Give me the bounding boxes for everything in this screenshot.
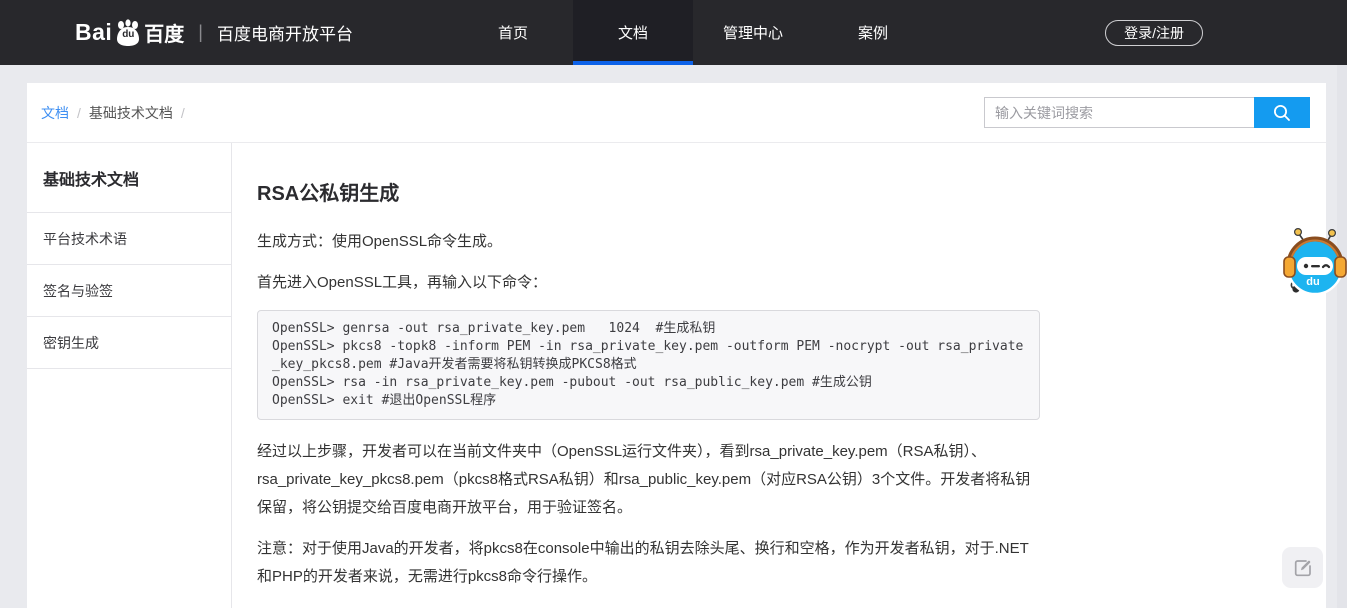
nav-item-docs[interactable]: 文档 <box>573 0 693 65</box>
sidebar-item-terms[interactable]: 平台技术术语 <box>27 213 231 265</box>
robot-icon <box>1281 219 1347 308</box>
top-navbar: Bai du 百度 | 百度电商开放平台 首页 文档 管理中心 案例 登录/注册 <box>0 0 1347 65</box>
customer-service-robot-mascot[interactable]: du <box>1281 219 1347 303</box>
nav-item-cases[interactable]: 案例 <box>813 0 933 65</box>
body-row: 基础技术文档 平台技术术语 签名与验签 密钥生成 RSA公私钥生成 生成方式：使… <box>27 143 1326 608</box>
logo-text-baidu-cn: 百度 <box>144 18 184 47</box>
edit-icon <box>1293 558 1313 578</box>
breadcrumb-current[interactable]: 基础技术文档 <box>89 103 173 123</box>
sidebar-title: 基础技术文档 <box>27 143 231 213</box>
sidebar-item-signature[interactable]: 签名与验签 <box>27 265 231 317</box>
nav-item-home[interactable]: 首页 <box>453 0 573 65</box>
sidebar-item-keygen[interactable]: 密钥生成 <box>27 317 231 369</box>
baidu-logo[interactable]: Bai du 百度 | 百度电商开放平台 <box>75 0 353 65</box>
platform-name: 百度电商开放平台 <box>217 20 353 45</box>
breadcrumb-separator: / <box>77 105 81 121</box>
breadcrumb: 文档 / 基础技术文档 / <box>41 103 185 123</box>
page-card: 文档 / 基础技术文档 / 基础技术文档 平台技术术语 签名与验签 密钥生成 <box>27 83 1326 608</box>
doc-sidebar: 基础技术文档 平台技术术语 签名与验签 密钥生成 <box>27 143 232 608</box>
search-button[interactable] <box>1254 97 1310 128</box>
logo-text-du: du <box>113 29 143 40</box>
main-nav: 首页 文档 管理中心 案例 <box>453 0 933 65</box>
baidu-paw-icon: du <box>113 18 143 48</box>
logo-divider: | <box>198 22 203 43</box>
logo-text-bai: Bai <box>75 19 112 46</box>
doc-content: RSA公私钥生成 生成方式：使用OpenSSL命令生成。 首先进入OpenSSL… <box>232 143 1042 608</box>
mascot-du-label: du <box>1281 276 1345 288</box>
scrollbar-track[interactable] <box>1337 65 1347 608</box>
feedback-edit-button[interactable] <box>1282 547 1323 588</box>
page-title: RSA公私钥生成 <box>257 177 1042 206</box>
nav-item-console[interactable]: 管理中心 <box>693 0 813 65</box>
paragraph-generation-method: 生成方式：使用OpenSSL命令生成。 <box>257 228 1040 256</box>
breadcrumb-docs-link[interactable]: 文档 <box>41 103 69 123</box>
login-register-button[interactable]: 登录/注册 <box>1105 20 1203 46</box>
search-icon <box>1272 103 1292 123</box>
code-block-openssl-commands: OpenSSL> genrsa -out rsa_private_key.pem… <box>257 310 1040 420</box>
search-box <box>984 97 1310 128</box>
paragraph-java-note: 注意：对于使用Java的开发者，将pkcs8在console中输出的私钥去除头尾… <box>257 535 1040 591</box>
search-input[interactable] <box>984 97 1254 128</box>
paragraph-key-example-label: 标准的私钥文件示例（PHP、.NET使用）： <box>257 604 1040 608</box>
paragraph-openssl-intro: 首先进入OpenSSL工具，再输入以下命令： <box>257 269 1040 297</box>
paragraph-steps-result: 经过以上步骤，开发者可以在当前文件夹中（OpenSSL运行文件夹），看到rsa_… <box>257 438 1040 522</box>
breadcrumb-separator: / <box>181 105 185 121</box>
breadcrumb-bar: 文档 / 基础技术文档 / <box>27 83 1326 143</box>
